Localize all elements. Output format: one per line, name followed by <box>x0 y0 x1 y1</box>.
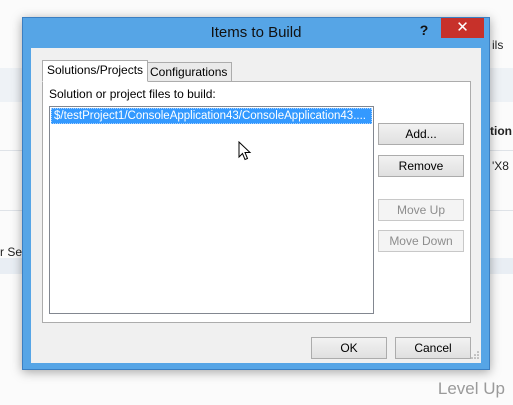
files-to-build-label: Solution or project files to build: <box>49 87 216 101</box>
resize-grip-icon[interactable] <box>470 350 479 361</box>
list-item[interactable]: $/testProject1/ConsoleApplication43/Cons… <box>51 108 372 124</box>
files-listbox[interactable]: $/testProject1/ConsoleApplication43/Cons… <box>49 106 374 314</box>
background-right-low-text: 'X8 <box>492 159 509 173</box>
background-right-top-text: ils <box>492 38 504 52</box>
mouse-cursor-icon <box>238 140 252 161</box>
close-button[interactable]: ✕ <box>441 18 484 38</box>
close-icon: ✕ <box>456 19 469 36</box>
tab-solutions-projects[interactable]: Solutions/Projects <box>42 60 149 82</box>
move-down-button[interactable]: Move Down <box>378 230 464 252</box>
add-button[interactable]: Add... <box>378 123 464 145</box>
solutions-projects-panel: Solution or project files to build: $/te… <box>42 81 471 323</box>
dialog-titlebar[interactable]: Items to Build ? ✕ <box>23 18 489 48</box>
background-left-text: r Se <box>0 245 23 259</box>
ok-button[interactable]: OK <box>311 337 387 359</box>
remove-button[interactable]: Remove <box>378 155 464 177</box>
watermark: Level Up <box>437 379 505 398</box>
tab-configurations[interactable]: Configurations <box>145 62 233 82</box>
move-up-button[interactable]: Move Up <box>378 199 464 221</box>
items-to-build-dialog: Items to Build ? ✕ Solutions/Projects Co… <box>22 17 490 370</box>
dialog-client-area: Solutions/Projects Configurations Soluti… <box>31 48 481 363</box>
cancel-button[interactable]: Cancel <box>395 337 471 359</box>
background-right-mid-text: tion <box>490 124 512 138</box>
help-button[interactable]: ? <box>415 22 433 42</box>
